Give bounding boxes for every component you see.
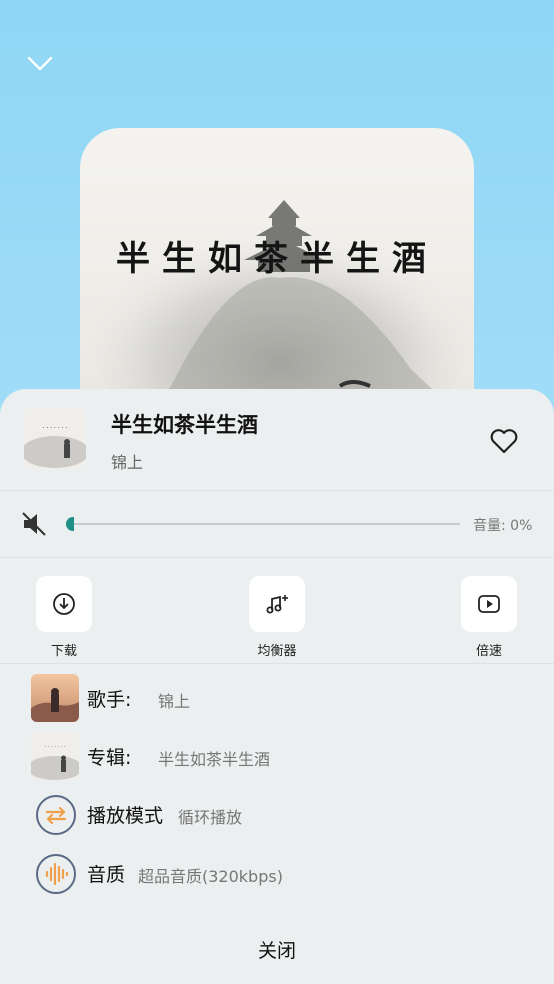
equalizer-icon [266,595,288,614]
volume-label: 音量: 0% [473,518,533,534]
favorite-heart-icon[interactable] [488,425,520,457]
audio-quality-row[interactable]: 音质 超品音质(320kbps) [0,848,554,902]
volume-slider-track[interactable] [68,523,460,525]
album-value: 半生如茶半生酒 [158,750,271,769]
volume-slider-handle[interactable] [66,517,74,531]
sound-wave-icon [45,862,69,886]
svg-text:· · · · · · ·: · · · · · · · [43,425,68,432]
play-mode-row[interactable]: 播放模式 循环播放 [0,789,554,843]
download-button[interactable]: 下载 [24,576,104,659]
play-mode-icon-ring [36,795,76,835]
playback-speed-icon [478,595,500,613]
song-thumbnail: · · · · · · · [24,408,86,470]
singer-value: 锦上 [158,692,191,711]
equalizer-label: 均衡器 [257,644,297,659]
volume-row: 音量: 0% [0,491,554,557]
singer-key: 歌手: [87,689,132,711]
singer-avatar [31,674,79,722]
song-artist: 锦上 [111,453,144,472]
album-key: 专辑: [87,747,132,769]
action-bar: 下载 均衡器 倍速 [0,559,554,663]
playback-speed-label: 倍速 [475,644,502,659]
download-icon [53,593,75,615]
cover-title-text: 半生如茶半生酒 [116,239,438,279]
equalizer-button[interactable]: 均衡器 [237,576,317,659]
divider [0,663,554,664]
audio-quality-value: 超品音质(320kbps) [138,867,283,886]
repeat-icon [45,806,67,825]
audio-quality-icon-ring [36,854,76,894]
collapse-chevron-icon[interactable] [24,48,56,80]
album-avatar: · · · · · · · [31,732,79,780]
audio-quality-key: 音质 [87,864,126,886]
volume-mute-icon[interactable] [20,510,48,538]
song-title: 半生如茶半生酒 [111,413,258,437]
svg-text:· · · · · · ·: · · · · · · · [45,744,66,750]
album-row[interactable]: · · · · · · · 专辑: 半生如茶半生酒 [0,731,554,785]
singer-row[interactable]: 歌手: 锦上 [0,673,554,727]
play-mode-key: 播放模式 [87,805,164,827]
play-mode-value: 循环播放 [178,808,243,827]
close-button[interactable]: 关闭 [0,925,554,977]
divider [0,557,554,558]
playback-speed-button[interactable]: 倍速 [449,576,529,659]
song-detail-sheet: · · · · · · · 半生如茶半生酒 锦上 音量: 0% 下载 均衡器 倍… [0,389,554,984]
current-song-row: · · · · · · · 半生如茶半生酒 锦上 [0,389,554,490]
download-label: 下载 [50,644,77,659]
